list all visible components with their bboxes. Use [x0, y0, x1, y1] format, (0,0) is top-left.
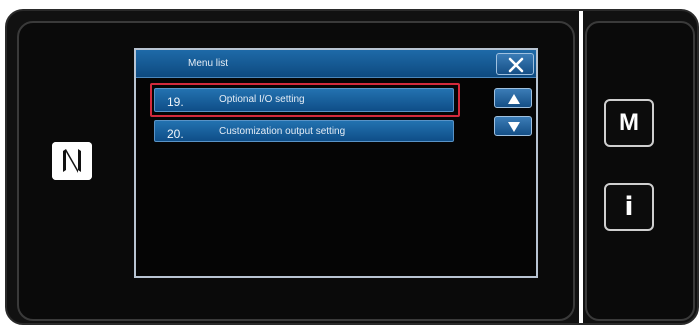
- close-button[interactable]: [496, 53, 534, 75]
- arrow-down-icon: [508, 122, 520, 132]
- arrow-up-icon: [508, 94, 520, 104]
- menu-item-label: Optional I/O setting: [219, 94, 305, 105]
- close-icon: [508, 57, 524, 73]
- page-title: Menu list: [188, 58, 229, 69]
- menu-item-number: 20.: [167, 127, 184, 141]
- menu-item-20[interactable]: 20. Customization output setting: [154, 120, 454, 142]
- menu-item-label: Customization output setting: [219, 126, 346, 137]
- menu-item-19[interactable]: 19. Optional I/O setting: [154, 88, 454, 112]
- menu-item-number: 19.: [167, 95, 184, 109]
- panel-divider: [579, 11, 583, 323]
- title-bar: Menu list: [136, 50, 536, 78]
- menu-list-screen: Menu list 19. Optional I/O setting 20. C…: [134, 48, 538, 278]
- scroll-up-button[interactable]: [494, 88, 532, 108]
- info-button[interactable]: i: [604, 183, 654, 231]
- mode-button[interactable]: M: [604, 99, 654, 147]
- nfc-logo-icon: [52, 142, 92, 180]
- key-bezel: [585, 21, 695, 321]
- scroll-down-button[interactable]: [494, 116, 532, 136]
